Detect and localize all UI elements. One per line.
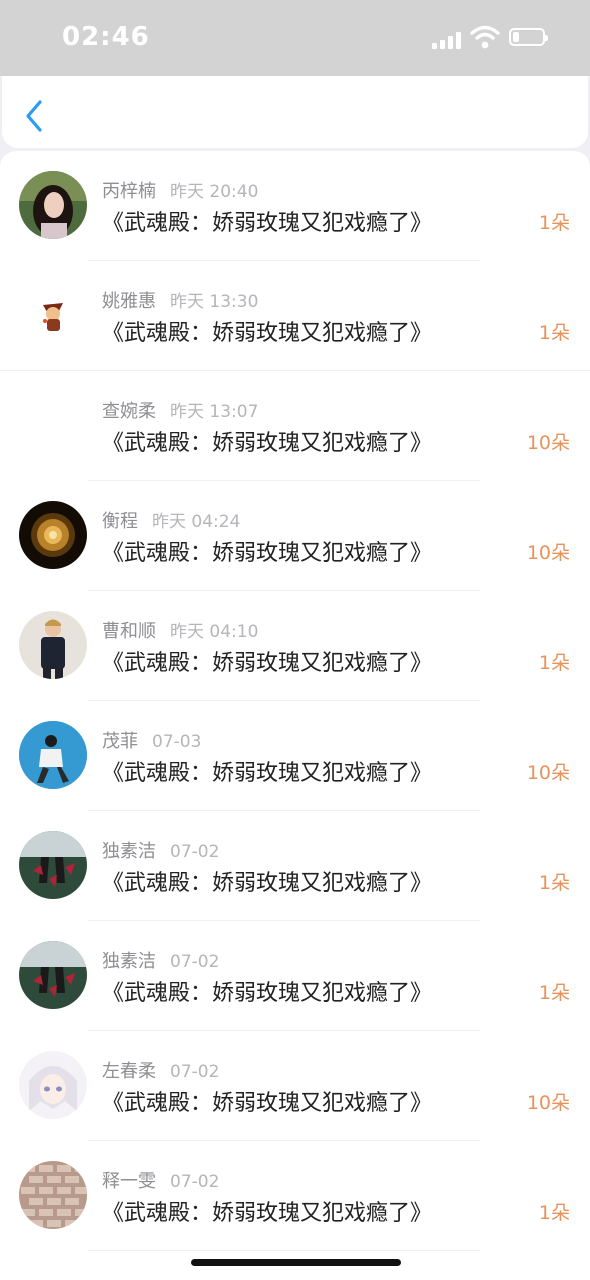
send-time: 昨天 13:07 [170,402,259,422]
back-button[interactable] [16,96,52,136]
avatar [19,501,87,569]
list-item[interactable]: 独素洁 07-02 《武魂殿：娇弱玫瑰又犯戏瘾了》 1朵 [0,921,590,1031]
gift-record-list: 丙梓楠 昨天 20:40 《武魂殿：娇弱玫瑰又犯戏瘾了》 1朵 姚雅惠 昨天 13:… [0,151,590,1280]
sender-name: 丙梓楠 昨天 20:40 [102,181,259,202]
flower-count: 1朵 [538,1202,570,1224]
flower-count: 1朵 [538,872,570,894]
divider [88,1250,480,1251]
cellular-signal-icon [432,29,464,49]
novel-title: 《武魂殿：娇弱玫瑰又犯戏瘾了》 [102,871,433,896]
list-item[interactable]: 姚雅惠 昨天 13:30 《武魂殿：娇弱玫瑰又犯戏瘾了》 1朵 [0,261,590,371]
flower-count: 1朵 [538,322,570,344]
avatar [19,721,87,789]
list-item[interactable]: 茂菲 07-03 《武魂殿：娇弱玫瑰又犯戏瘾了》 10朵 [0,701,590,811]
avatar [19,611,87,679]
send-time: 07-02 [170,952,220,972]
sender-name: 衡程 昨天 04:24 [102,511,241,532]
list-item[interactable]: 左春柔 07-02 《武魂殿：娇弱玫瑰又犯戏瘾了》 10朵 [0,1031,590,1141]
send-time: 07-02 [170,1062,220,1082]
avatar [19,391,87,459]
send-time: 07-03 [152,732,202,752]
list-item[interactable]: 查婉柔 昨天 13:07 《武魂殿：娇弱玫瑰又犯戏瘾了》 10朵 [0,371,590,481]
sender-name: 独素洁 07-02 [102,841,220,862]
status-bar: 02:46 [0,0,590,76]
list-item[interactable]: 丙梓楠 昨天 20:40 《武魂殿：娇弱玫瑰又犯戏瘾了》 1朵 [0,151,590,261]
avatar [19,831,87,899]
send-time: 昨天 04:10 [170,622,259,642]
flower-count: 10朵 [526,1092,570,1114]
flower-count: 10朵 [526,432,570,454]
novel-title: 《武魂殿：娇弱玫瑰又犯戏瘾了》 [102,1201,433,1226]
novel-title: 《武魂殿：娇弱玫瑰又犯戏瘾了》 [102,541,433,566]
sender-name: 独素洁 07-02 [102,951,220,972]
nav-bar [2,76,588,148]
send-time: 昨天 04:24 [152,512,241,532]
sender-name: 左春柔 07-02 [102,1061,220,1082]
avatar [19,281,87,349]
avatar [19,941,87,1009]
novel-title: 《武魂殿：娇弱玫瑰又犯戏瘾了》 [102,321,433,346]
avatar [19,1161,87,1229]
sender-name: 姚雅惠 昨天 13:30 [102,291,259,312]
status-time: 02:46 [62,22,150,52]
novel-title: 《武魂殿：娇弱玫瑰又犯戏瘾了》 [102,761,433,786]
home-indicator[interactable] [191,1259,401,1266]
list-item[interactable]: 独素洁 07-02 《武魂殿：娇弱玫瑰又犯戏瘾了》 1朵 [0,811,590,921]
sender-name: 曹和顺 昨天 04:10 [102,621,259,642]
sender-name: 释一雯 07-02 [102,1171,220,1192]
flower-count: 10朵 [526,542,570,564]
send-time: 07-02 [170,1172,220,1192]
chevron-left-icon [26,100,42,132]
avatar [19,1051,87,1119]
novel-title: 《武魂殿：娇弱玫瑰又犯戏瘾了》 [102,651,433,676]
list-item[interactable]: 释一雯 07-02 《武魂殿：娇弱玫瑰又犯戏瘾了》 1朵 [0,1141,590,1251]
sender-name: 茂菲 07-03 [102,731,202,752]
flower-count: 1朵 [538,982,570,1004]
novel-title: 《武魂殿：娇弱玫瑰又犯戏瘾了》 [102,431,433,456]
send-time: 昨天 20:40 [170,182,259,202]
flower-count: 10朵 [526,762,570,784]
novel-title: 《武魂殿：娇弱玫瑰又犯戏瘾了》 [102,211,433,236]
sender-name: 查婉柔 昨天 13:07 [102,401,259,422]
list-item[interactable]: 衡程 昨天 04:24 《武魂殿：娇弱玫瑰又犯戏瘾了》 10朵 [0,481,590,591]
list-item[interactable]: 曹和顺 昨天 04:10 《武魂殿：娇弱玫瑰又犯戏瘾了》 1朵 [0,591,590,701]
flower-count: 1朵 [538,652,570,674]
wifi-icon [470,25,500,49]
battery-icon [509,28,548,46]
novel-title: 《武魂殿：娇弱玫瑰又犯戏瘾了》 [102,1091,433,1116]
avatar [19,171,87,239]
send-time: 07-02 [170,842,220,862]
send-time: 昨天 13:30 [170,292,259,312]
novel-title: 《武魂殿：娇弱玫瑰又犯戏瘾了》 [102,981,433,1006]
flower-count: 1朵 [538,212,570,234]
